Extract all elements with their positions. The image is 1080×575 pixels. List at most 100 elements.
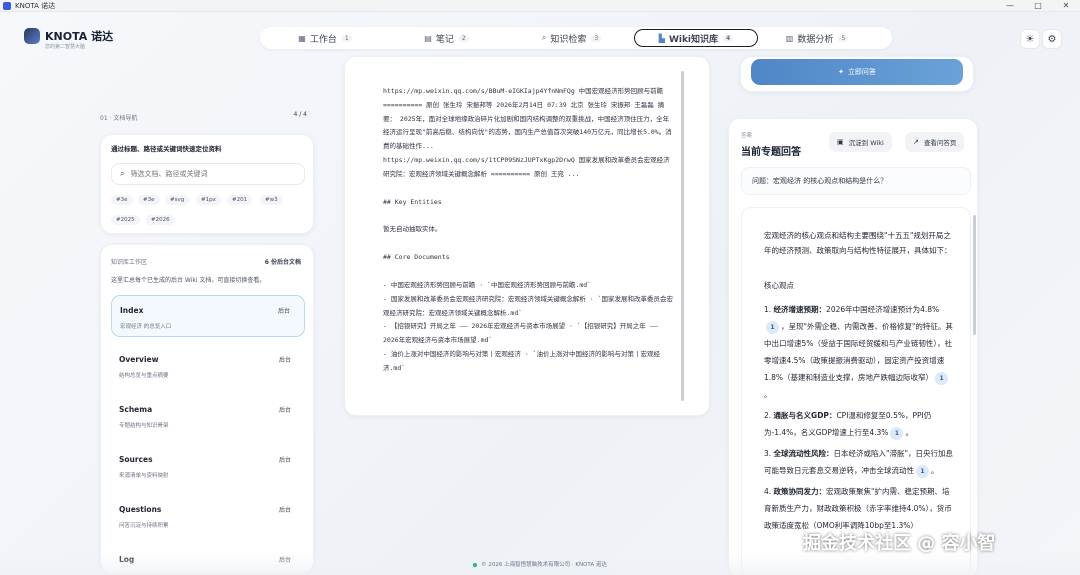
answer-section-heading: 核心观点 — [764, 281, 794, 290]
window-titlebar: KNOTA 诺达 — □ ✕ — [0, 0, 1080, 12]
tab-shortcut-badge: 3 — [591, 34, 602, 42]
tab-label: 笔记 — [435, 34, 454, 45]
doc-search-card: 通过标题、路径或关键词快速定位资料 ⌕ #3e #3e #svg #1px #2… — [100, 134, 314, 234]
tag-chip[interactable]: #2025 — [111, 215, 140, 225]
tab-notes[interactable]: ▤ 笔记 2 — [384, 29, 509, 47]
arrow-up-right-icon: ↗ — [913, 138, 919, 146]
answer-points: 1. 经济增速预期：2026年中国经济增速预计为4.8%1 ，呈现"外需企稳、内需… — [764, 301, 956, 538]
footer: © 2026 上海智悟慧脑技术有限公司 · KNOTA 诺达 — [0, 560, 1080, 568]
wiki-workspace-card: 知识库工作区 6 份后台文档 这里汇总每个已生成的后台 Wiki 文档，可直接切… — [100, 244, 314, 574]
tag-chip[interactable]: #3e — [111, 195, 133, 205]
section-heading: ## Key Entities — [383, 197, 442, 206]
tag-chip[interactable]: #3e — [138, 195, 160, 205]
workspace-description: 这里汇总每个已生成的后台 Wiki 文档，可直接切换查看。 — [111, 277, 266, 284]
tab-knowledge-search[interactable]: ⌕ 知识检索 3 — [509, 29, 634, 47]
tab-label: 知识检索 — [550, 34, 587, 45]
answer-intro: 宏观经济的核心观点和结构主要围绕"十五五"规划开局之年的经济预测、政策取向与结构… — [764, 231, 952, 255]
core-doc-item: - 国家发展和改革委员会宏观经济研究院：宏观经济领域关键概念解析 · `国家发展… — [383, 294, 673, 317]
close-icon[interactable]: ✕ — [1052, 0, 1080, 12]
doc-nav-header: 01 · 文档导航 4 / 4 — [100, 110, 312, 124]
answer-point: 3. 全球流动性风险：日本经济或陷入"滞胀"，日央行加息可能导致日元套息交易逆转… — [764, 445, 956, 479]
view-qa-page-button[interactable]: ↗ 查看问答页 — [905, 132, 965, 152]
doc-name: Index — [120, 306, 144, 315]
workspace-icon: ▦ — [298, 33, 306, 43]
citation-badge[interactable]: 1 — [935, 372, 949, 385]
settings-button[interactable]: ⚙ — [1042, 29, 1062, 49]
doc-description: 来源清单与资料映射 — [119, 473, 169, 479]
doc-badge: 后台 — [278, 357, 291, 364]
maximize-icon[interactable]: □ — [1024, 0, 1052, 12]
doc-item-questions[interactable]: Questions 问答沉淀与持续积累 后台 — [111, 495, 305, 537]
doc-description: 结构总览与重点摘要 — [119, 373, 169, 379]
tag-chip[interactable]: #w3 — [260, 195, 283, 205]
core-doc-item: - 油价上涨对中国经济的影响与对策丨宏观经济 · `油价上涨对中国经济的影响与对… — [383, 349, 660, 372]
watermark: 掘金技术社区 @ 容小智 — [803, 533, 996, 554]
doc-search-input[interactable] — [130, 170, 281, 178]
tab-shortcut-badge: 2 — [458, 34, 469, 42]
theme-toggle-button[interactable]: ☀ — [1020, 29, 1040, 49]
workspace-count: 6 份后台文档 — [264, 259, 301, 266]
doc-item-overview[interactable]: Overview 结构总览与重点摘要 后台 — [111, 345, 305, 387]
tab-data-analysis[interactable]: ▥ 数据分析 5 — [758, 29, 876, 47]
document-scrollbar[interactable] — [681, 71, 684, 401]
chart-icon: ▥ — [785, 33, 794, 43]
doc-badge: 后台 — [278, 507, 291, 514]
answer-title: 当前专题回答 — [741, 147, 801, 158]
tag-chip[interactable]: #1px — [196, 195, 221, 205]
empty-entities-text: 暂无自动抽取实体。 — [383, 225, 442, 234]
document-content: https://mp.weixin.qq.com/s/BBuM-eIGKIajp… — [383, 85, 675, 376]
tab-label: 数据分析 — [797, 34, 834, 45]
search-hint: 通过标题、路径或关键词快速定位资料 — [111, 145, 222, 153]
answer-point: 1. 经济增速预期：2026年中国经济增速预计为4.8%1 ，呈现"外需企稳、内需… — [764, 305, 953, 399]
citation-badge[interactable]: 1 — [890, 427, 904, 440]
save-to-wiki-button[interactable]: ▣ 沉淀到 Wiki — [829, 132, 892, 152]
doc-nav-label: 01 · 文档导航 — [100, 114, 138, 122]
doc-item-schema[interactable]: Schema 专题结构与知识骨架 后台 — [111, 395, 305, 437]
wiki-document-viewer: https://mp.weixin.qq.com/s/BBuM-eIGKIajp… — [344, 56, 710, 416]
doc-badge: 后台 — [278, 407, 291, 414]
doc-description: 宏观经济 的总览入口 — [120, 324, 172, 330]
tab-shortcut-badge: 5 — [838, 34, 849, 42]
doc-badge: 后台 — [278, 457, 291, 464]
source-entry: https://mp.weixin.qq.com/s/1tCP09SNzJUPT… — [383, 155, 670, 178]
citation-badge[interactable]: 1 — [766, 321, 779, 334]
ask-now-button[interactable]: ✦ 立即问答 — [751, 59, 963, 85]
tab-wiki[interactable]: ▙ Wiki知识库 4 — [634, 29, 758, 47]
doc-name: Sources — [119, 455, 153, 464]
doc-name: Schema — [119, 405, 153, 414]
answer-scrollbar[interactable] — [973, 215, 976, 335]
tag-chip[interactable]: #svg — [165, 195, 190, 205]
tag-chip[interactable]: #201 — [227, 195, 253, 205]
doc-search-field[interactable]: ⌕ — [111, 163, 305, 185]
brand-logo[interactable]: KNOTA 诺达 您的第二智慧大脑 — [24, 28, 113, 50]
window-controls: — □ ✕ — [996, 0, 1080, 12]
save-icon: ▣ — [837, 138, 844, 146]
top-navigation: KNOTA 诺达 您的第二智慧大脑 ▦ 工作台 1 ▤ 笔记 2 ⌕ 知识检索 … — [12, 22, 1068, 56]
doc-badge: 后台 — [277, 308, 290, 315]
core-doc-item: - 【招银研究】开局之年 —— 2026年宏观经济与资本市场展望 · `【招银研… — [383, 322, 658, 345]
app-icon — [3, 1, 11, 10]
sun-icon: ☀ — [1025, 33, 1035, 45]
save-label: 沉淀到 Wiki — [848, 139, 884, 147]
minimize-icon[interactable]: — — [996, 0, 1024, 12]
page-indicator: 4 / 4 — [288, 110, 312, 119]
tab-label: 工作台 — [309, 34, 337, 45]
tab-workspace[interactable]: ▦ 工作台 1 — [266, 29, 384, 47]
core-doc-item: - 中国宏观经济形势回顾与前瞻 · `中国宏观经济形势回顾与前瞻.md` — [383, 280, 592, 289]
status-dot-icon — [473, 562, 478, 567]
doc-item-sources[interactable]: Sources 来源清单与资料映射 后台 — [111, 445, 305, 487]
doc-item-index[interactable]: Index 宏观经济 的总览入口 后台 — [111, 295, 305, 337]
answer-point: 2. 通胀与名义GDP：CPI温和修复至0.5%，PPI仍为-1.4%，名义GD… — [764, 407, 956, 441]
doc-name: Overview — [119, 355, 159, 364]
window-title: KNOTA 诺达 — [15, 1, 56, 10]
citation-badge[interactable]: 1 — [916, 465, 929, 478]
tab-label: Wiki知识库 — [668, 34, 719, 45]
brand-subtitle: 您的第二智慧大脑 — [45, 44, 86, 50]
tag-chip[interactable]: #2026 — [146, 215, 175, 225]
topic-answer-card: 答案 当前专题回答 ▣ 沉淀到 Wiki ↗ 查看问答页 问题：宏观经济 的核心… — [728, 118, 978, 575]
main-tabs: ▦ 工作台 1 ▤ 笔记 2 ⌕ 知识检索 3 ▙ Wiki知识库 4 ▥ 数据 — [260, 27, 892, 49]
app-root: KNOTA 诺达 您的第二智慧大脑 ▦ 工作台 1 ▤ 笔记 2 ⌕ 知识检索 … — [0, 12, 1080, 575]
notes-icon: ▤ — [424, 33, 432, 43]
logo-mark-icon — [24, 28, 40, 44]
source-entry: https://mp.weixin.qq.com/s/BBuM-eIGKIajp… — [383, 87, 672, 151]
